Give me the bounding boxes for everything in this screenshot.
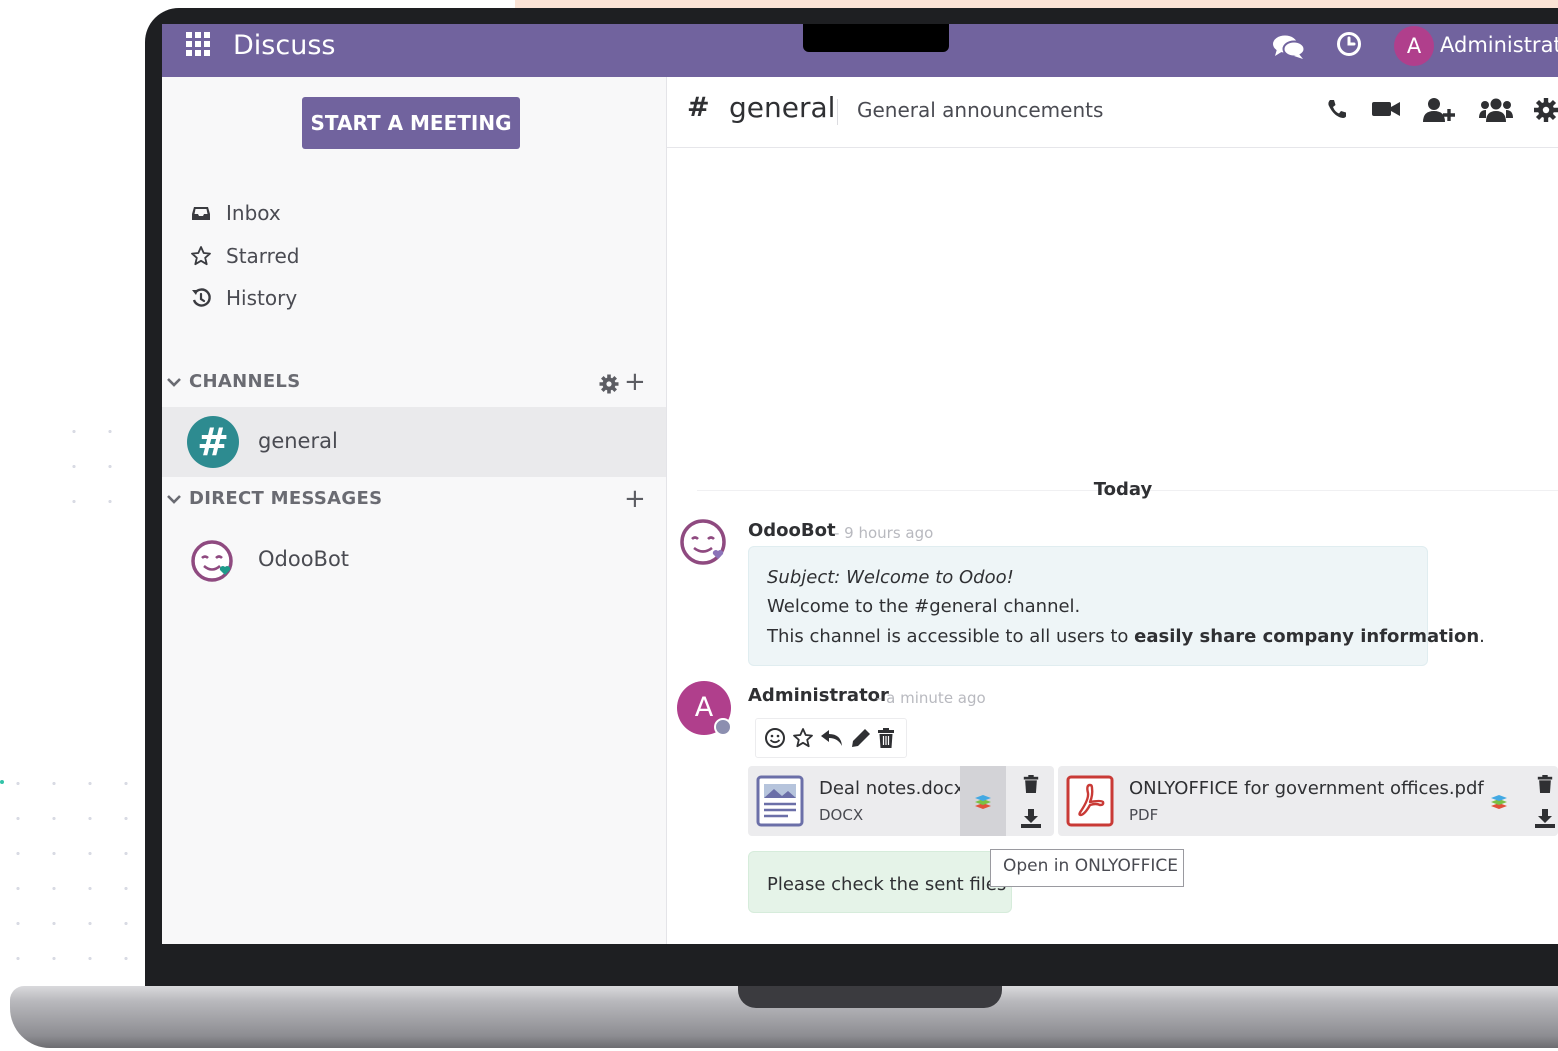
members-group-icon[interactable] — [1479, 97, 1513, 123]
attachment-card[interactable]: Deal notes.docx DOCX — [748, 766, 1054, 836]
message-body-line: This channel is accessible to all users … — [767, 626, 1485, 647]
activity-clock-icon[interactable] — [1336, 31, 1362, 57]
sidebar-item-dm-odoobot[interactable]: OdooBot — [190, 535, 490, 585]
channel-name[interactable]: general — [729, 91, 835, 124]
direct-messages-section-header[interactable]: DIRECT MESSAGES — [166, 488, 646, 514]
header-divider — [837, 99, 838, 125]
tooltip: Open in ONLYOFFICE — [990, 849, 1184, 887]
background-strip — [515, 0, 1558, 8]
edit-pencil-icon[interactable] — [850, 727, 872, 749]
channel-label: general — [258, 429, 338, 453]
add-user-icon[interactable] — [1422, 97, 1456, 123]
message-bubble: Please check the sent files — [748, 851, 1012, 913]
direct-messages-title: DIRECT MESSAGES — [189, 488, 383, 509]
add-reaction-icon[interactable] — [764, 727, 786, 749]
message-text: . — [1479, 626, 1485, 647]
sidebar-item-label: Inbox — [226, 201, 281, 225]
message-timestamp: - 9 hours ago — [834, 524, 934, 542]
delete-trash-icon[interactable] — [1536, 774, 1554, 794]
open-in-onlyoffice-button[interactable] — [1476, 766, 1522, 836]
decorative-dots — [56, 414, 128, 519]
thread-panel: # general General announcements Today Od… — [667, 77, 1558, 944]
onlyoffice-icon — [1491, 795, 1507, 809]
message-body-line: Welcome to the #general channel. — [767, 596, 1081, 617]
start-meeting-button[interactable]: START A MEETING — [302, 97, 520, 149]
channel-description[interactable]: General announcements — [857, 98, 1103, 122]
discuss-sidebar: START A MEETING Inbox Starred History CH… — [162, 77, 667, 944]
add-direct-message-icon[interactable]: + — [624, 486, 646, 512]
message-timestamp: - a minute ago — [876, 689, 986, 707]
download-icon[interactable] — [1020, 808, 1042, 828]
attachment-card[interactable]: ONLYOFFICE for government offices.pdf PD… — [1058, 766, 1558, 836]
decorative-dots — [0, 766, 130, 976]
message-subject: Subject: Welcome to Odoo! — [767, 567, 1014, 588]
user-avatar[interactable]: A — [1394, 26, 1434, 66]
dm-label: OdooBot — [258, 547, 350, 571]
message-bold-text: easily share company information — [1134, 626, 1480, 647]
app-title[interactable]: Discuss — [233, 29, 335, 63]
delete-trash-icon[interactable] — [1022, 774, 1040, 794]
sidebar-item-label: History — [226, 286, 298, 310]
message-actions-toolbar — [755, 718, 907, 758]
chevron-down-icon[interactable] — [166, 373, 182, 391]
add-channel-icon[interactable]: + — [624, 369, 646, 395]
apps-menu-icon[interactable] — [186, 32, 210, 56]
onlyoffice-icon — [975, 795, 991, 809]
attachment-type: DOCX — [819, 806, 864, 824]
star-icon — [191, 246, 211, 266]
app-screen: Discuss A Administrator START A MEETING … — [162, 24, 1558, 944]
attachment-name: Deal notes.docx — [819, 778, 965, 799]
date-separator: Today — [1093, 479, 1153, 500]
message-author[interactable]: Administrator — [748, 685, 889, 706]
sidebar-item-starred[interactable]: Starred — [190, 241, 490, 271]
message-text: This channel is accessible to all users … — [767, 626, 1135, 647]
message-bubble: Subject: Welcome to Odoo! Welcome to the… — [748, 546, 1485, 666]
channel-settings-gear-icon[interactable] — [598, 373, 620, 395]
hash-icon: # — [187, 416, 239, 468]
pdf-file-icon — [1066, 775, 1114, 827]
user-menu-name[interactable]: Administrator — [1440, 33, 1558, 57]
channel-header: # general General announcements — [667, 77, 1558, 148]
phone-call-icon[interactable] — [1325, 97, 1349, 121]
odoobot-avatar — [191, 540, 233, 582]
video-camera-icon[interactable] — [1371, 97, 1401, 121]
channel-settings-icon[interactable] — [1533, 97, 1558, 123]
chat-bubbles-icon[interactable] — [1272, 34, 1306, 60]
star-icon[interactable] — [792, 727, 814, 749]
history-icon — [192, 288, 211, 307]
sidebar-item-channel-general[interactable]: # general — [162, 407, 666, 477]
camera-notch — [803, 24, 949, 52]
sidebar-item-history[interactable]: History — [190, 283, 490, 313]
sidebar-item-inbox[interactable]: Inbox — [190, 198, 490, 228]
decorative-dot — [0, 780, 4, 784]
attachment-type: PDF — [1129, 806, 1159, 824]
channels-section-header[interactable]: CHANNELS — [166, 371, 646, 397]
laptop-base-notch — [738, 986, 1002, 1008]
channel-hash-icon: # — [687, 92, 710, 123]
docx-file-icon — [756, 775, 804, 827]
sidebar-item-label: Starred — [226, 244, 300, 268]
attachment-name: ONLYOFFICE for government offices.pdf — [1129, 778, 1484, 799]
odoobot-message-avatar — [680, 519, 726, 565]
presence-status-icon — [714, 718, 732, 736]
reply-icon[interactable] — [820, 727, 844, 749]
top-navbar: Discuss A Administrator — [162, 24, 1558, 77]
download-icon[interactable] — [1534, 808, 1556, 828]
chevron-down-icon[interactable] — [166, 490, 182, 508]
open-in-onlyoffice-button[interactable] — [960, 766, 1006, 836]
delete-trash-icon[interactable] — [876, 727, 896, 749]
message-author[interactable]: OdooBot — [748, 520, 836, 541]
message-body: Please check the sent files — [767, 874, 1007, 895]
channels-title: CHANNELS — [189, 371, 301, 392]
inbox-icon — [192, 207, 210, 220]
